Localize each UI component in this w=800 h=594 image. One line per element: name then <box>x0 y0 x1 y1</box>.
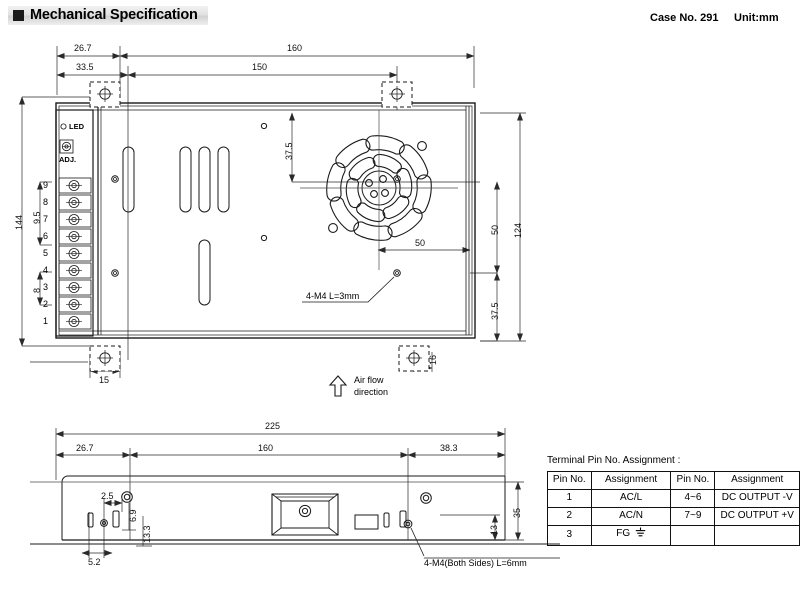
airflow-arrow-icon <box>328 375 348 397</box>
dim-38-3: 38.3 <box>440 443 458 453</box>
terminal-pin-label-8: 8 <box>43 197 49 207</box>
cell-assign-b-empty <box>714 525 800 546</box>
airflow-label-line1: Air flow <box>354 375 384 385</box>
table-row: 1 AC/L 4~6 DC OUTPUT -V <box>547 489 800 508</box>
led-indicator-icon <box>60 123 67 130</box>
mechanical-specification-page: Mechanical Specification Case No. 291 Un… <box>0 0 800 594</box>
dim-124: 124 <box>513 222 523 238</box>
th-pin-no-left: Pin No. <box>547 471 592 490</box>
ground-symbol-icon <box>635 527 646 543</box>
cell-pin-a: 1 <box>547 489 592 508</box>
terminal-pin-label-3: 3 <box>43 282 49 292</box>
dim-33-5: 33.5 <box>76 62 94 72</box>
dim-8: 8 <box>32 287 42 293</box>
dim-37-5-top: 37.5 <box>284 142 294 160</box>
terminal-pin-label-4: 4 <box>43 265 49 275</box>
dim-37-5-bottom: 37.5 <box>490 302 500 320</box>
terminal-pin-label-1: 1 <box>43 316 49 326</box>
fan-grille <box>300 110 458 270</box>
dim-9-5: 9.5 <box>32 211 42 224</box>
dim-2-5: 2.5 <box>101 491 114 501</box>
cell-assign-b: DC OUTPUT -V <box>714 489 800 508</box>
table-header-row: Pin No. Assignment Pin No. Assignment <box>547 471 800 490</box>
cell-pin-b-empty <box>670 525 716 546</box>
pcb-holes <box>260 122 268 242</box>
dim-160-side: 160 <box>258 443 274 453</box>
adj-label: ADJ. <box>59 155 77 164</box>
topview-chassis <box>55 102 476 339</box>
terminal-pin-label-7: 7 <box>43 214 49 224</box>
cell-assign-a: AC/N <box>590 507 672 526</box>
dim-15: 15 <box>99 375 110 385</box>
led-label: LED <box>69 122 84 131</box>
dim-16: 16 <box>428 354 438 365</box>
dim-144: 144 <box>14 214 24 230</box>
cell-assign-a-fg: FG <box>590 525 672 546</box>
dim-5-2: 5.2 <box>88 557 101 567</box>
cell-pin-b: 4~6 <box>670 489 716 508</box>
table-row: 3 FG <box>547 525 800 546</box>
dim-35: 35 <box>512 507 522 518</box>
cell-pin-b: 7~9 <box>670 507 716 526</box>
pin-assignment-table: Pin No. Assignment Pin No. Assignment 1 … <box>547 471 800 546</box>
dim-6-9: 6.9 <box>128 509 138 522</box>
fg-text: FG <box>616 528 631 539</box>
dim-50-horizontal: 50 <box>415 238 426 248</box>
dim-225: 225 <box>265 421 281 431</box>
dim-160-top: 160 <box>287 43 303 53</box>
terminal-pin-label-2: 2 <box>43 299 49 309</box>
cell-assign-a: AC/L <box>590 489 672 508</box>
sideview-chassis <box>30 475 560 545</box>
airflow-label-line2: direction <box>354 387 389 397</box>
dim-26-7-top: 26.7 <box>74 43 92 53</box>
cell-assign-b: DC OUTPUT +V <box>714 507 800 526</box>
dim-13: 13 <box>489 524 499 535</box>
m4-mounting-holes <box>111 175 401 277</box>
th-assignment-right: Assignment <box>714 471 800 490</box>
table-row: 2 AC/N 7~9 DC OUTPUT +V <box>547 507 800 526</box>
terminal-pin-label-5: 5 <box>43 248 49 258</box>
dim-13-3: 13.3 <box>142 525 152 543</box>
th-assignment-left: Assignment <box>590 471 672 490</box>
pin-table-caption: Terminal Pin No. Assignment : <box>547 455 681 466</box>
cell-pin-a: 2 <box>547 507 592 526</box>
dim-150: 150 <box>252 62 268 72</box>
terminal-pin-label-6: 6 <box>43 231 49 241</box>
cell-pin-a: 3 <box>547 525 592 546</box>
note-4-m4-l3mm: 4-M4 L=3mm <box>306 291 360 301</box>
note-4-m4-both-sides: 4-M4(Both Sides) L=6mm <box>424 558 527 568</box>
dim-50-vertical: 50 <box>490 224 500 235</box>
terminal-pin-label-9: 9 <box>43 180 49 190</box>
th-pin-no-right: Pin No. <box>670 471 716 490</box>
dim-26-7-side: 26.7 <box>76 443 94 453</box>
vent-slots <box>122 146 230 306</box>
